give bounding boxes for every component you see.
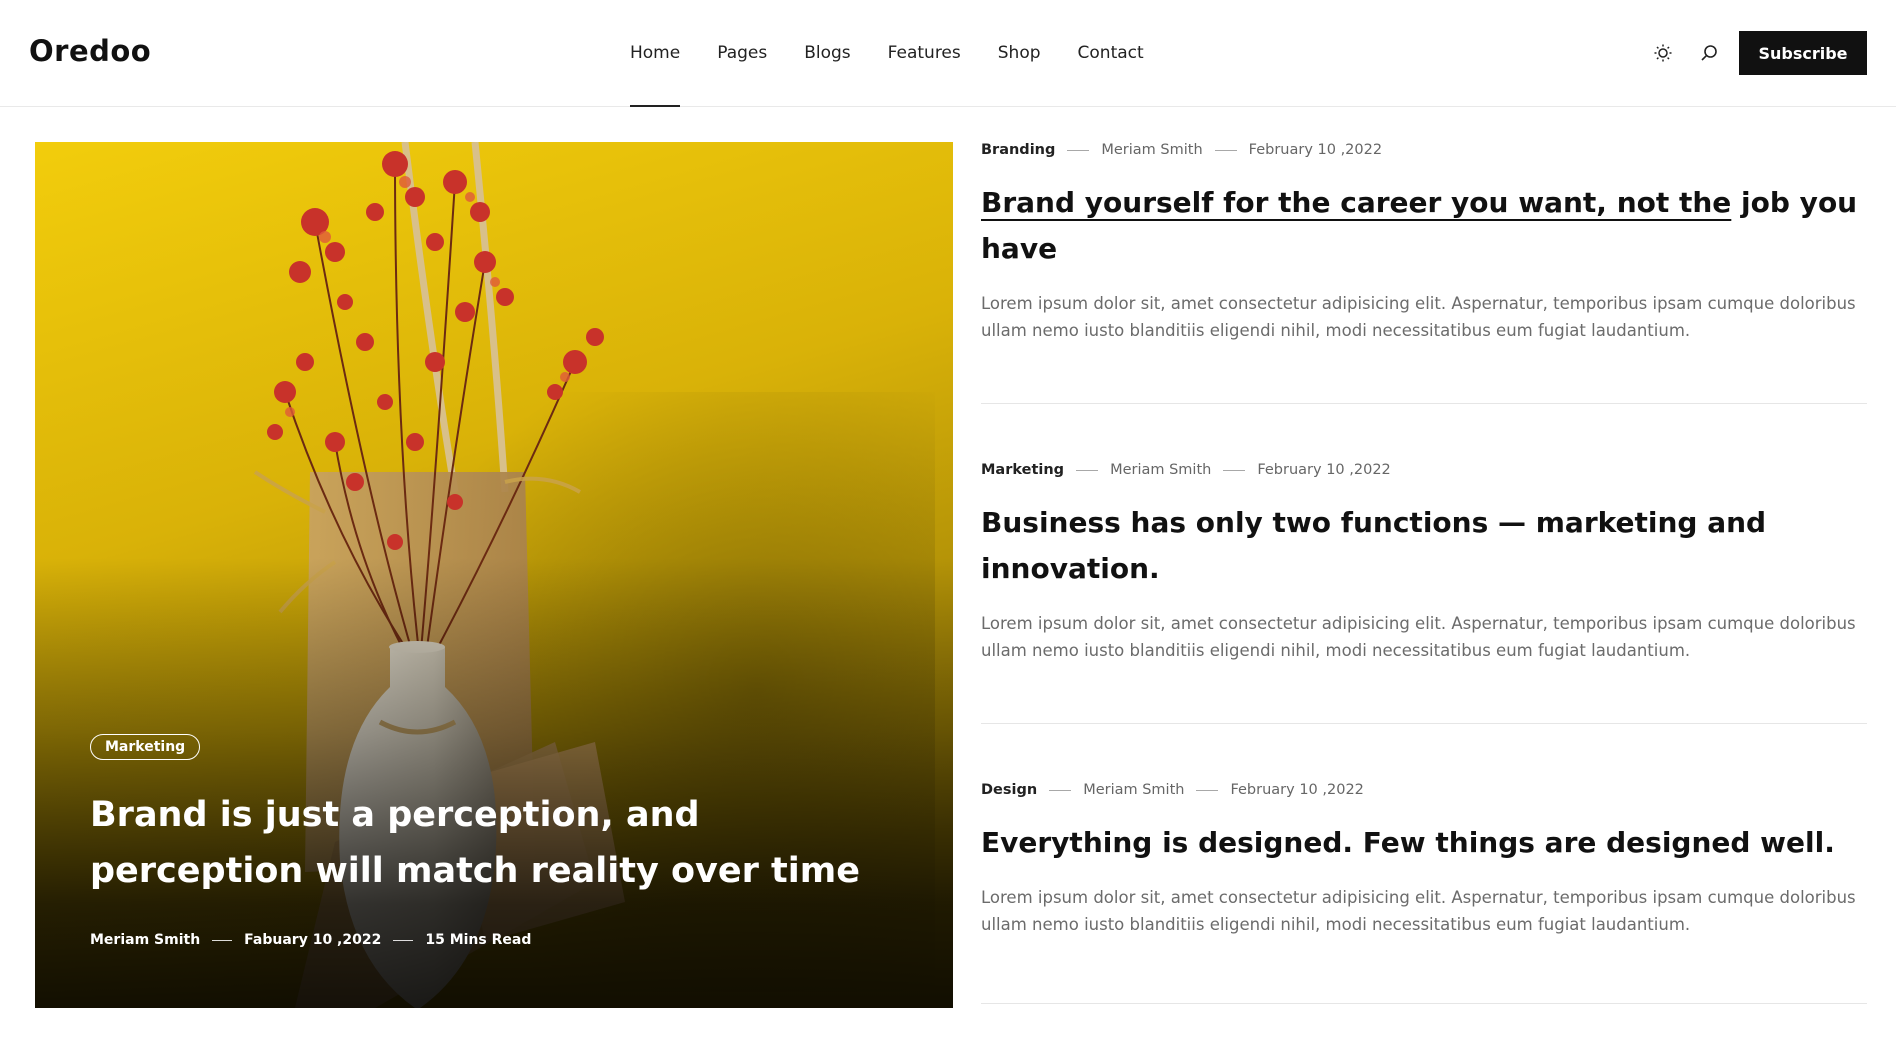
sun-icon[interactable]	[1650, 40, 1676, 66]
post-title[interactable]: Business has only two functions — market…	[981, 500, 1867, 592]
post-meta: Design Meriam Smith February 10 ,2022	[981, 782, 1867, 798]
post-category[interactable]: Marketing	[981, 462, 1064, 478]
post-author[interactable]: Meriam Smith	[1110, 462, 1211, 478]
featured-title[interactable]: Brand is just a perception, and percepti…	[90, 787, 880, 899]
featured-author[interactable]: Meriam Smith	[90, 932, 200, 948]
search-icon[interactable]	[1696, 40, 1722, 66]
meta-separator	[1223, 469, 1246, 471]
featured-read-time: 15 Mins Read	[425, 932, 532, 948]
nav-item-contact[interactable]: Contact	[1078, 0, 1144, 107]
meta-separator	[1049, 789, 1072, 791]
site-header: Oredoo Home Pages Blogs Features Shop Co…	[0, 0, 1896, 107]
post-category[interactable]: Branding	[981, 142, 1055, 158]
post-meta: Marketing Meriam Smith February 10 ,2022	[981, 462, 1867, 478]
meta-separator	[1196, 789, 1219, 791]
meta-separator	[1067, 149, 1090, 151]
featured-meta: Meriam Smith Fabuary 10 ,2022 15 Mins Re…	[90, 932, 531, 948]
nav-item-blogs[interactable]: Blogs	[804, 0, 850, 107]
main-nav: Home Pages Blogs Features Shop Contact	[630, 0, 1144, 107]
post-title[interactable]: Everything is designed. Few things are d…	[981, 820, 1867, 866]
meta-separator	[212, 939, 233, 941]
post-title-hovered[interactable]: Brand yourself for the career you want, …	[981, 186, 1731, 219]
post-excerpt: Lorem ipsum dolor sit, amet consectetur …	[981, 888, 1856, 934]
post-item: Branding Meriam Smith February 10 ,2022 …	[981, 142, 1867, 404]
nav-item-shop[interactable]: Shop	[998, 0, 1041, 107]
post-date: February 10 ,2022	[1248, 142, 1383, 158]
post-author[interactable]: Meriam Smith	[1083, 782, 1184, 798]
post-excerpt: Lorem ipsum dolor sit, amet consectetur …	[981, 614, 1856, 660]
nav-item-features[interactable]: Features	[888, 0, 961, 107]
subscribe-button[interactable]: Subscribe	[1739, 31, 1867, 75]
meta-separator	[1214, 149, 1237, 151]
nav-item-home[interactable]: Home	[630, 0, 681, 107]
post-author[interactable]: Meriam Smith	[1101, 142, 1202, 158]
meta-separator	[393, 939, 414, 941]
post-item: Marketing Meriam Smith February 10 ,2022…	[981, 462, 1867, 724]
featured-date: Fabuary 10 ,2022	[244, 932, 382, 948]
site-logo[interactable]: Oredoo	[29, 34, 151, 68]
featured-post[interactable]: Marketing Brand is just a perception, an…	[35, 142, 953, 1008]
post-excerpt: Lorem ipsum dolor sit, amet consectetur …	[981, 294, 1856, 340]
meta-separator	[1076, 469, 1099, 471]
post-category[interactable]: Design	[981, 782, 1037, 798]
nav-item-pages[interactable]: Pages	[717, 0, 767, 107]
post-date: February 10 ,2022	[1230, 782, 1364, 798]
post-date: February 10 ,2022	[1257, 462, 1391, 478]
post-meta: Branding Meriam Smith February 10 ,2022	[981, 142, 1867, 158]
featured-category-badge[interactable]: Marketing	[90, 734, 201, 760]
post-title[interactable]: Brand yourself for the career you want, …	[981, 180, 1867, 272]
post-item: Design Meriam Smith February 10 ,2022 Ev…	[981, 782, 1867, 1004]
